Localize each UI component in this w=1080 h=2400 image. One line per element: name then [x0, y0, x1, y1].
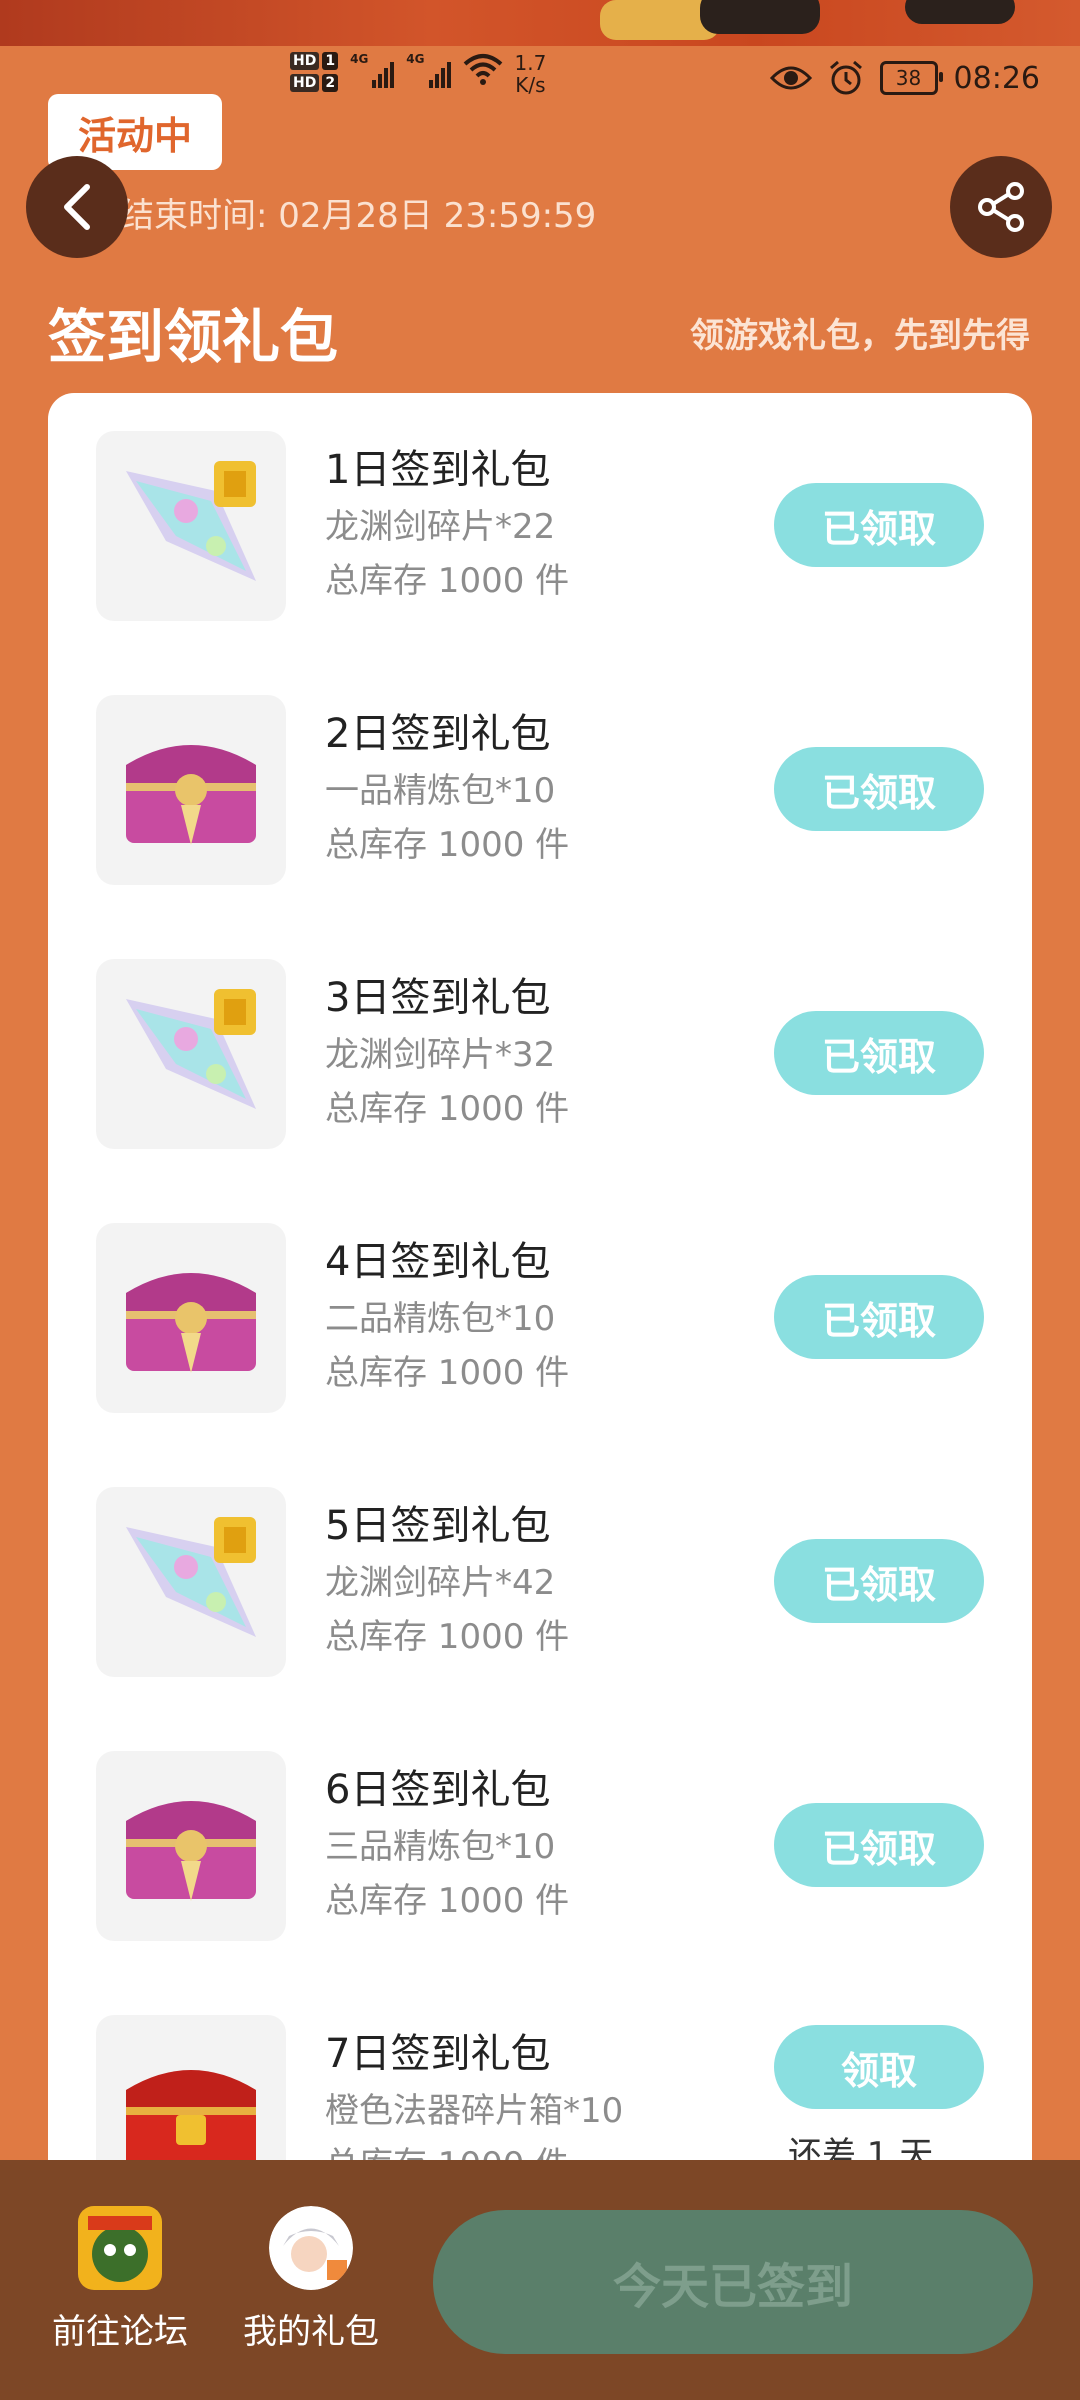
- battery-icon: 38: [879, 61, 943, 95]
- treasure-chest-icon: [96, 1751, 286, 1941]
- claimed-button[interactable]: 已领取: [774, 1539, 984, 1623]
- gift-item: 二品精炼包*10: [325, 1299, 556, 1339]
- gift-title: 5日签到礼包: [325, 1503, 551, 1549]
- signed-today-button[interactable]: 今天已签到: [433, 2210, 1033, 2354]
- signal-icon: 4G: [350, 52, 395, 88]
- forum-link[interactable]: 前往论坛: [35, 2206, 205, 2353]
- gift-row-day4: 4日签到礼包 二品精炼包*10 总库存 1000 件 已领取: [48, 1185, 1032, 1449]
- gift-stock: 总库存 1000 件: [325, 1617, 570, 1657]
- gift-stock: 总库存 1000 件: [325, 825, 570, 865]
- claimed-button[interactable]: 已领取: [774, 1011, 984, 1095]
- section-title: 签到领礼包: [48, 303, 339, 371]
- bottom-bar: 前往论坛 我的礼包 今天已签到: [0, 2160, 1080, 2400]
- gift-row-day5: 5日签到礼包 龙渊剑碎片*42 总库存 1000 件 已领取: [48, 1449, 1032, 1713]
- gift-title: 1日签到礼包: [325, 447, 551, 493]
- share-button[interactable]: [950, 156, 1052, 258]
- my-gifts-label: 我的礼包: [243, 2312, 379, 2352]
- gift-title: 2日签到礼包: [325, 711, 551, 757]
- claimed-button[interactable]: 已领取: [774, 1275, 984, 1359]
- gift-item: 一品精炼包*10: [325, 771, 556, 811]
- claimed-button[interactable]: 已领取: [774, 483, 984, 567]
- eye-icon: [769, 66, 812, 90]
- gift-stock: 总库存 1000 件: [325, 561, 570, 601]
- network-speed: 1.7 K/s: [514, 51, 547, 97]
- gift-title: 6日签到礼包: [325, 1767, 551, 1813]
- gift-row-day2: 2日签到礼包 一品精炼包*10 总库存 1000 件 已领取: [48, 657, 1032, 921]
- clock: 08:26: [953, 60, 1040, 96]
- share-icon: [978, 182, 1024, 232]
- alarm-icon: [829, 60, 862, 95]
- section-subtitle: 领游戏礼包，先到先得: [690, 316, 1030, 356]
- sword-fragment-icon: [96, 1487, 286, 1677]
- activity-end-time: 活动结束时间: 02月28日 23:59:59: [52, 196, 597, 236]
- wifi-icon: [463, 54, 502, 85]
- gift-title: 3日签到礼包: [325, 975, 551, 1021]
- gift-list: 1日签到礼包 龙渊剑碎片*22 总库存 1000 件 已领取 2日签到礼包 一品…: [48, 393, 1032, 2193]
- gift-item: 龙渊剑碎片*42: [325, 1563, 556, 1603]
- gift-item: 三品精炼包*10: [325, 1827, 556, 1867]
- gift-row-day3: 3日签到礼包 龙渊剑碎片*32 总库存 1000 件 已领取: [48, 921, 1032, 1185]
- forum-label: 前往论坛: [52, 2312, 188, 2352]
- game-avatar-icon: [78, 2206, 162, 2290]
- hd-indicators: HD 1 HD 2: [290, 52, 339, 92]
- gift-item: 龙渊剑碎片*32: [325, 1035, 556, 1075]
- claimed-button[interactable]: 已领取: [774, 747, 984, 831]
- gift-row-day1: 1日签到礼包 龙渊剑碎片*22 总库存 1000 件 已领取: [48, 393, 1032, 657]
- character-avatar-icon: [269, 2206, 353, 2290]
- gift-item: 橙色法器碎片箱*10: [325, 2091, 624, 2131]
- treasure-chest-icon: [96, 1223, 286, 1413]
- gift-row-day6: 6日签到礼包 三品精炼包*10 总库存 1000 件 已领取: [48, 1713, 1032, 1977]
- gift-title: 4日签到礼包: [325, 1239, 551, 1285]
- chevron-left-icon: [64, 184, 90, 230]
- top-banner-decoration: [0, 0, 1080, 46]
- gift-stock: 总库存 1000 件: [325, 1881, 570, 1921]
- claim-button[interactable]: 领取: [774, 2025, 984, 2109]
- sword-fragment-icon: [96, 431, 286, 621]
- my-gifts-link[interactable]: 我的礼包: [226, 2206, 396, 2353]
- back-button[interactable]: [26, 156, 128, 258]
- signal-icon-2: 4G: [406, 52, 451, 88]
- sword-fragment-icon: [96, 959, 286, 1149]
- gift-stock: 总库存 1000 件: [325, 1353, 570, 1393]
- gift-item: 龙渊剑碎片*22: [325, 507, 556, 547]
- claimed-button[interactable]: 已领取: [774, 1803, 984, 1887]
- treasure-chest-icon: [96, 695, 286, 885]
- gift-stock: 总库存 1000 件: [325, 1089, 570, 1129]
- gift-title: 7日签到礼包: [325, 2031, 551, 2077]
